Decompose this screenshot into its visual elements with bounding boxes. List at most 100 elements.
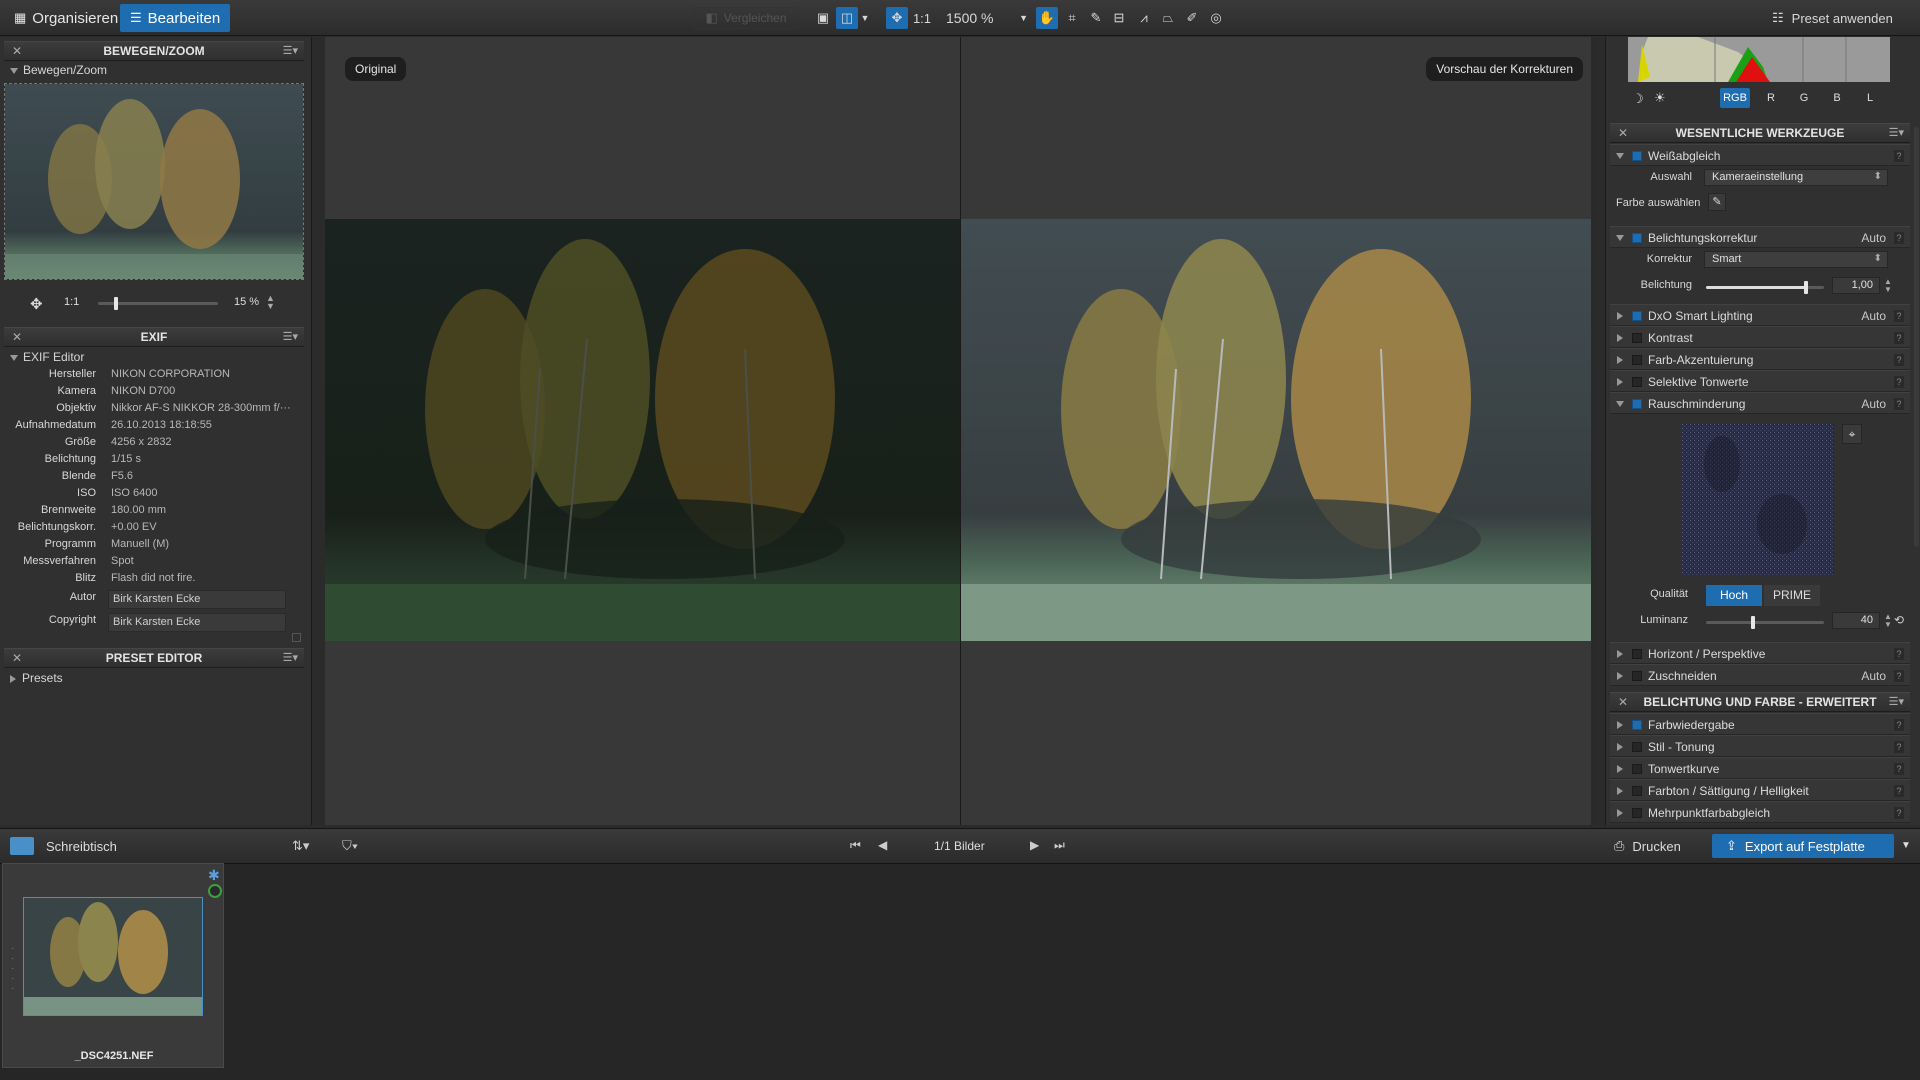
panel-menu-icon[interactable]: ☰▾ <box>283 42 298 61</box>
view-dropdown-arrow[interactable]: ▼ <box>860 7 870 29</box>
help-icon[interactable]: ? <box>1894 398 1904 410</box>
slider-knob[interactable] <box>1751 616 1755 629</box>
filmstrip-thumbnail[interactable]: · · · · · ✱ _DSC4251.NEF <box>2 863 224 1068</box>
tool-smart-lighting[interactable]: DxO Smart Lighting Auto ? <box>1610 304 1910 326</box>
preset-apply-button[interactable]: ☷ Preset anwenden <box>1772 7 1916 29</box>
compare-button[interactable]: ◧ Vergleichen <box>694 7 798 29</box>
tool-style-toning[interactable]: Stil - Tonung ? <box>1610 735 1910 757</box>
triangle-right-icon[interactable] <box>1617 356 1623 364</box>
triangle-down-icon[interactable] <box>1616 235 1624 241</box>
drag-handle-icon[interactable]: · · · · · <box>11 944 14 994</box>
triangle-down-icon[interactable] <box>1616 401 1624 407</box>
close-icon[interactable]: ✕ <box>12 42 22 61</box>
histogram-l-button[interactable]: L <box>1859 88 1881 108</box>
tool-toggle-checkbox[interactable] <box>1632 671 1642 681</box>
help-icon[interactable]: ? <box>1894 648 1904 660</box>
exposure-stepper[interactable]: ▲ ▼ <box>1884 278 1892 294</box>
tool-toggle-checkbox[interactable] <box>1632 649 1642 659</box>
hand-tool-button[interactable]: ✋ <box>1036 7 1058 29</box>
close-icon[interactable]: ✕ <box>1618 124 1628 143</box>
tab-edit[interactable]: ☰ Bearbeiten <box>120 4 231 32</box>
triangle-right-icon[interactable] <box>1617 672 1623 680</box>
move-icon[interactable]: ✥ <box>30 295 43 313</box>
highlight-clip-icon[interactable]: ☀ <box>1654 90 1666 106</box>
tool-tone-curve[interactable]: Tonwertkurve ? <box>1610 757 1910 779</box>
resize-handle[interactable] <box>292 633 301 642</box>
triangle-right-icon[interactable] <box>1617 809 1623 817</box>
luminance-value[interactable]: 40 <box>1832 612 1880 629</box>
star-icon[interactable]: ✱ <box>208 867 220 884</box>
panel-menu-icon[interactable]: ☰▾ <box>1889 124 1904 143</box>
viewer-scrollbar[interactable] <box>1591 37 1595 825</box>
close-icon[interactable]: ✕ <box>1618 693 1628 712</box>
histogram-r-button[interactable]: R <box>1760 88 1782 108</box>
first-image-button[interactable]: ⏮ <box>850 838 861 853</box>
loupe-target-button[interactable]: ⌖ <box>1842 424 1862 444</box>
exposure-value[interactable]: 1,00 <box>1832 277 1880 294</box>
help-icon[interactable]: ? <box>1894 310 1904 322</box>
tool-toggle-checkbox[interactable] <box>1632 151 1642 161</box>
right-panel-scrollbar[interactable] <box>1914 127 1919 547</box>
tool-toggle-checkbox[interactable] <box>1632 786 1642 796</box>
tab-organize[interactable]: ▦ Organisieren <box>4 4 128 32</box>
perspective-rect-tool-button[interactable]: ⏢ <box>1158 7 1178 29</box>
tool-toggle-checkbox[interactable] <box>1632 764 1642 774</box>
help-icon[interactable]: ? <box>1894 150 1904 162</box>
tool-toggle-checkbox[interactable] <box>1632 311 1642 321</box>
tool-toggle-checkbox[interactable] <box>1632 233 1642 243</box>
author-field[interactable]: Birk Karsten Ecke <box>108 590 286 609</box>
help-icon[interactable]: ? <box>1894 741 1904 753</box>
help-icon[interactable]: ? <box>1894 807 1904 819</box>
help-icon[interactable]: ? <box>1894 354 1904 366</box>
navigator-zoom-slider[interactable] <box>98 297 218 310</box>
tool-color-rendering[interactable]: Farbwiedergabe ? <box>1610 713 1910 735</box>
move-tool-button[interactable]: ✥ <box>886 7 908 29</box>
close-icon[interactable]: ✕ <box>12 328 22 347</box>
histogram-rgb-button[interactable]: RGB <box>1720 88 1750 108</box>
triangle-down-icon[interactable] <box>1616 153 1624 159</box>
previous-image-button[interactable]: ◀ <box>878 838 887 852</box>
triangle-right-icon[interactable] <box>1617 334 1623 342</box>
triangle-right-icon[interactable] <box>1617 312 1623 320</box>
tool-toggle-checkbox[interactable] <box>1632 399 1642 409</box>
brush-tool-button[interactable]: ✐ <box>1182 7 1202 29</box>
next-image-button[interactable]: ▶ <box>1030 838 1039 852</box>
crop-tool-button[interactable]: ⌗ <box>1062 7 1082 29</box>
auto-badge[interactable]: Auto <box>1861 309 1886 323</box>
help-icon[interactable]: ? <box>1894 670 1904 682</box>
tool-horizon[interactable]: Horizont / Perspektive ? <box>1610 642 1910 664</box>
tool-contrast[interactable]: Kontrast ? <box>1610 326 1910 348</box>
luminance-slider[interactable] <box>1706 616 1824 629</box>
single-view-button[interactable]: ▣ <box>814 7 832 29</box>
tool-toggle-checkbox[interactable] <box>1632 355 1642 365</box>
export-options-button[interactable]: ▼ <box>1896 834 1916 858</box>
copyright-field[interactable]: Birk Karsten Ecke <box>108 613 286 632</box>
navigator-1-1-button[interactable]: 1:1 <box>64 296 79 308</box>
tool-noise-reduction[interactable]: Rauschminderung Auto ? <box>1610 392 1910 414</box>
help-icon[interactable]: ? <box>1894 785 1904 797</box>
horizon-tool-button[interactable]: ⊟ <box>1108 7 1130 29</box>
auto-badge[interactable]: Auto <box>1861 669 1886 683</box>
quality-high-button[interactable]: Hoch <box>1706 585 1762 606</box>
help-icon[interactable]: ? <box>1894 719 1904 731</box>
folder-icon[interactable] <box>10 837 34 855</box>
quality-prime-button[interactable]: PRIME <box>1764 585 1820 606</box>
correction-select[interactable]: Smart <box>1704 251 1888 268</box>
tool-toggle-checkbox[interactable] <box>1632 377 1642 387</box>
noise-preview-loupe[interactable] <box>1682 424 1834 576</box>
tool-crop[interactable]: Zuschneiden Auto ? <box>1610 664 1910 686</box>
reset-icon[interactable]: ⟲ <box>1894 613 1904 627</box>
split-view-button[interactable]: ◫ <box>836 7 858 29</box>
auto-badge[interactable]: Auto <box>1861 397 1886 411</box>
triangle-right-icon[interactable] <box>1617 787 1623 795</box>
perspective-tool-button[interactable]: ⩘ <box>1134 7 1154 29</box>
tool-hsl[interactable]: Farbton / Sättigung / Helligkeit ? <box>1610 779 1910 801</box>
export-button[interactable]: ⇪ Export auf Festplatte <box>1712 834 1894 858</box>
tool-toggle-checkbox[interactable] <box>1632 720 1642 730</box>
help-icon[interactable]: ? <box>1894 763 1904 775</box>
zoom-stepper[interactable]: ▲ ▼ <box>266 294 275 311</box>
triangle-right-icon[interactable] <box>1617 765 1623 773</box>
triangle-right-icon[interactable] <box>1617 743 1623 751</box>
image-viewer[interactable]: Original Vorschau der Korrekturen <box>325 37 1595 825</box>
histogram-b-button[interactable]: B <box>1826 88 1848 108</box>
